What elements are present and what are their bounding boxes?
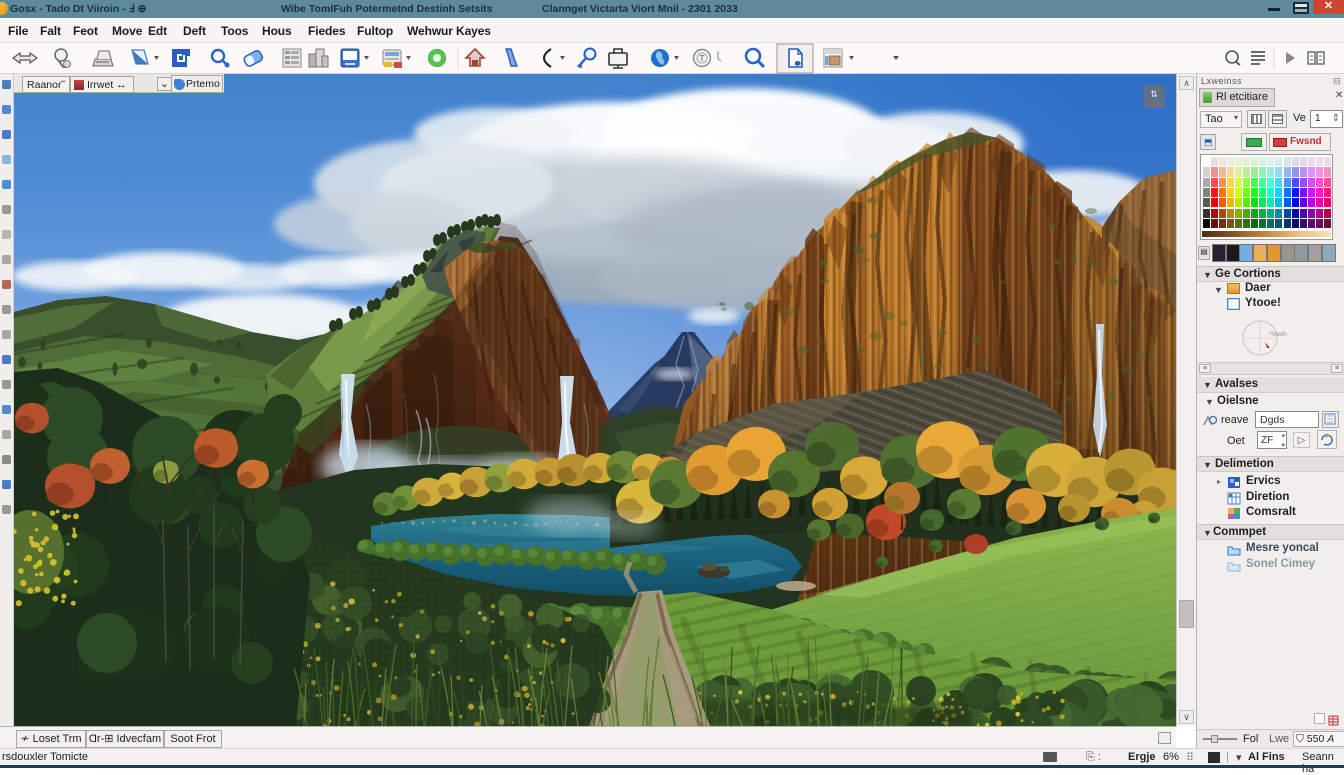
svg-text:⇅: ⇅	[1150, 89, 1158, 99]
svg-text:T: T	[700, 54, 705, 63]
svg-text:*Nwdh: *Nwdh	[1269, 332, 1287, 338]
svg-text:▂▂: ▂▂	[1149, 101, 1159, 107]
